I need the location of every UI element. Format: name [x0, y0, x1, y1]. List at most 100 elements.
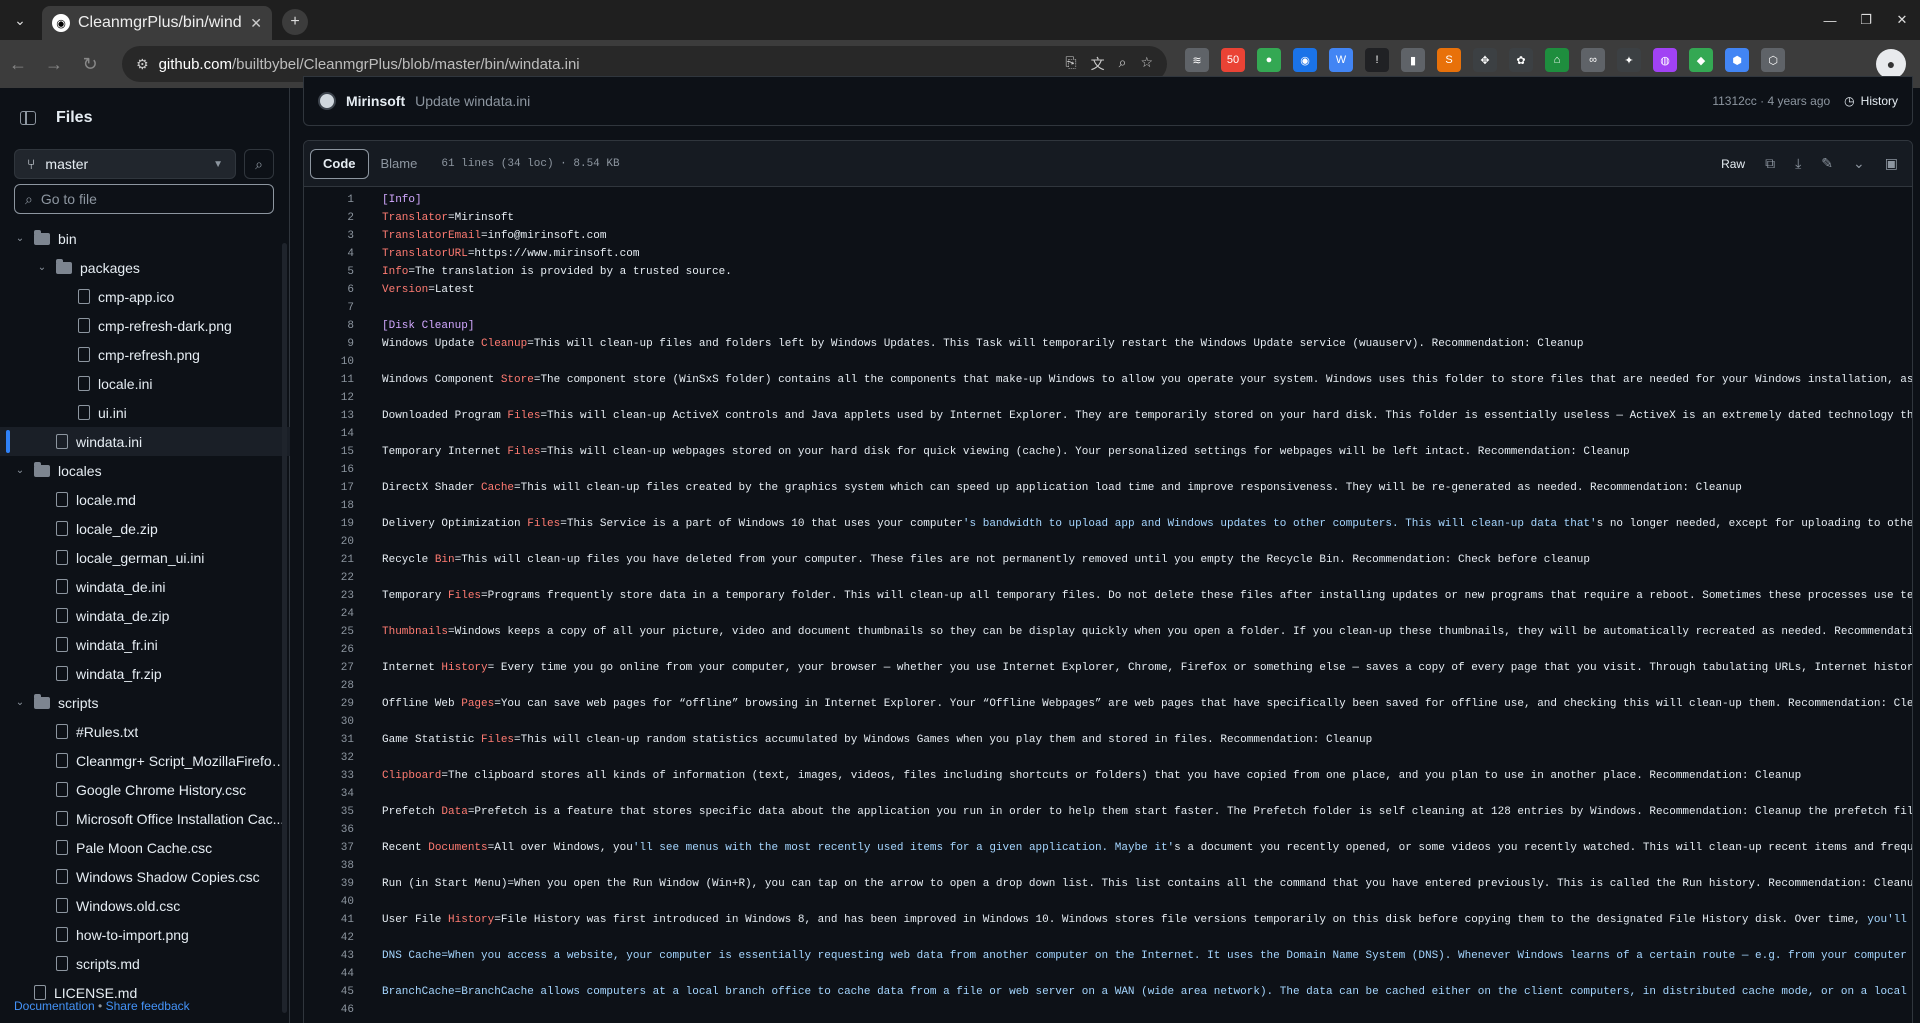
commit-message[interactable]: Update windata.ini [415, 93, 530, 109]
line-number[interactable]: 38 [304, 857, 354, 875]
ext-1-icon[interactable]: ≋ [1185, 48, 1209, 72]
commit-sha-age[interactable]: 11312cc · 4 years ago [1712, 94, 1830, 108]
tree-folder[interactable]: ⌄ bin [0, 224, 290, 253]
tree-file[interactable]: scripts.md [0, 949, 290, 978]
ext-13-icon[interactable]: ✦ [1617, 48, 1641, 72]
line-number[interactable]: 5 [304, 263, 354, 281]
sidebar-scrollbar[interactable] [282, 243, 287, 1013]
tree-file[interactable]: Google Chrome History.csc [0, 775, 290, 804]
back-arrow-icon[interactable]: ← [0, 46, 36, 82]
tree-file[interactable]: Cleanmgr+ Script_MozillaFirefox... [0, 746, 290, 775]
line-number[interactable]: 8 [304, 317, 354, 335]
install-app-icon[interactable]: ⎘ [1065, 54, 1076, 74]
line-number[interactable]: 16 [304, 461, 354, 479]
tree-file[interactable]: locale.ini [0, 369, 290, 398]
branch-selector[interactable]: ⑂ master ▼ [14, 149, 236, 179]
search-files-button[interactable]: ⌕ [244, 149, 274, 179]
line-number[interactable]: 13 [304, 407, 354, 425]
ext-10-icon[interactable]: ✿ [1509, 48, 1533, 72]
line-number[interactable]: 27 [304, 659, 354, 677]
ext-6-icon[interactable]: ! [1365, 48, 1389, 72]
goto-file-input[interactable] [40, 191, 261, 207]
new-tab-plus-icon[interactable]: + [282, 9, 308, 35]
browser-tab-active[interactable]: ◉ CleanmgrPlus/bin/windata.ini ✕ [42, 6, 272, 40]
blame-tab[interactable]: Blame [369, 149, 430, 179]
line-number[interactable]: 28 [304, 677, 354, 695]
profile-avatar-icon[interactable]: ● [1876, 49, 1906, 79]
line-number[interactable]: 18 [304, 497, 354, 515]
line-number[interactable]: 23 [304, 587, 354, 605]
site-info-icon[interactable]: ⚙ [136, 56, 149, 73]
tree-file[interactable]: windata_fr.zip [0, 659, 290, 688]
tree-file[interactable]: windata_fr.ini [0, 630, 290, 659]
url-text[interactable]: github.com/builtbybel/CleanmgrPlus/blob/… [159, 56, 1056, 73]
line-number[interactable]: 2 [304, 209, 354, 227]
translate-icon[interactable]: 文 [1091, 54, 1105, 74]
tree-file[interactable]: ui.ini [0, 398, 290, 427]
tree-folder[interactable]: ⌄ packages [0, 253, 290, 282]
tree-file[interactable]: Microsoft Office Installation Cac... [0, 804, 290, 833]
line-number[interactable]: 11 [304, 371, 354, 389]
line-number[interactable]: 44 [304, 965, 354, 983]
line-number[interactable]: 24 [304, 605, 354, 623]
ext-2-icon[interactable]: 50 [1221, 48, 1245, 72]
line-number[interactable]: 41 [304, 911, 354, 929]
ext-4-icon[interactable]: ◉ [1293, 48, 1317, 72]
raw-button[interactable]: Raw [1713, 149, 1753, 179]
zoom-icon[interactable]: ⌕ [1119, 54, 1127, 74]
line-number[interactable]: 19 [304, 515, 354, 533]
line-number[interactable]: 1 [304, 191, 354, 209]
ext-9-icon[interactable]: ✥ [1473, 48, 1497, 72]
ext-5-icon[interactable]: W [1329, 48, 1353, 72]
ext-8-icon[interactable]: S [1437, 48, 1461, 72]
line-number[interactable]: 9 [304, 335, 354, 353]
download-icon[interactable]: ⤓ [1787, 149, 1809, 179]
reload-icon[interactable]: ↻ [72, 46, 108, 82]
avatar[interactable] [318, 92, 336, 110]
tree-file[interactable]: Windows Shadow Copies.csc [0, 862, 290, 891]
line-number[interactable]: 3 [304, 227, 354, 245]
line-number[interactable]: 42 [304, 929, 354, 947]
tree-file[interactable]: Pale Moon Cache.csc [0, 833, 290, 862]
ext-3-icon[interactable]: ● [1257, 48, 1281, 72]
documentation-link[interactable]: Documentation [14, 999, 95, 1013]
line-number[interactable]: 29 [304, 695, 354, 713]
ext-12-icon[interactable]: ∞ [1581, 48, 1605, 72]
edit-pencil-icon[interactable]: ✎ [1813, 149, 1841, 179]
window-close-icon[interactable]: ✕ [1884, 0, 1920, 40]
line-number[interactable]: 33 [304, 767, 354, 785]
symbols-panel-icon[interactable]: ▣ [1877, 149, 1906, 179]
line-number[interactable]: 45 [304, 983, 354, 1001]
tab-search-chevron-icon[interactable]: ⌄ [0, 0, 40, 40]
tree-file[interactable]: cmp-refresh.png [0, 340, 290, 369]
tree-file[interactable]: windata_de.zip [0, 601, 290, 630]
line-number[interactable]: 14 [304, 425, 354, 443]
tree-folder[interactable]: ⌄ locales [0, 456, 290, 485]
line-number[interactable]: 34 [304, 785, 354, 803]
line-number[interactable]: 37 [304, 839, 354, 857]
line-number[interactable]: 4 [304, 245, 354, 263]
tree-folder[interactable]: ⌄ scripts [0, 688, 290, 717]
line-number[interactable]: 17 [304, 479, 354, 497]
tree-file[interactable]: windata_de.ini [0, 572, 290, 601]
line-number[interactable]: 39 [304, 875, 354, 893]
line-number[interactable]: 10 [304, 353, 354, 371]
tree-file[interactable]: locale_german_ui.ini [0, 543, 290, 572]
copy-icon[interactable]: ⧉ [1757, 149, 1783, 179]
line-number[interactable]: 40 [304, 893, 354, 911]
tree-file[interactable]: how-to-import.png [0, 920, 290, 949]
line-number[interactable]: 31 [304, 731, 354, 749]
ext-11-icon[interactable]: ⌂ [1545, 48, 1569, 72]
share-feedback-link[interactable]: Share feedback [106, 999, 190, 1013]
code-view[interactable]: 1 [Info] 2 Translator=Mirinsoft 3 TranslatorE… [304, 187, 1912, 1023]
ext-7-icon[interactable]: ▮ [1401, 48, 1425, 72]
line-number[interactable]: 32 [304, 749, 354, 767]
tab-close-icon[interactable]: ✕ [250, 15, 262, 32]
tree-file[interactable]: windata.ini [0, 427, 290, 456]
tree-file[interactable]: locale_de.zip [0, 514, 290, 543]
commit-author[interactable]: Mirinsoft [346, 93, 405, 109]
line-number[interactable]: 22 [304, 569, 354, 587]
line-number[interactable]: 15 [304, 443, 354, 461]
forward-arrow-icon[interactable]: → [36, 46, 72, 82]
minimize-icon[interactable]: — [1812, 0, 1848, 40]
